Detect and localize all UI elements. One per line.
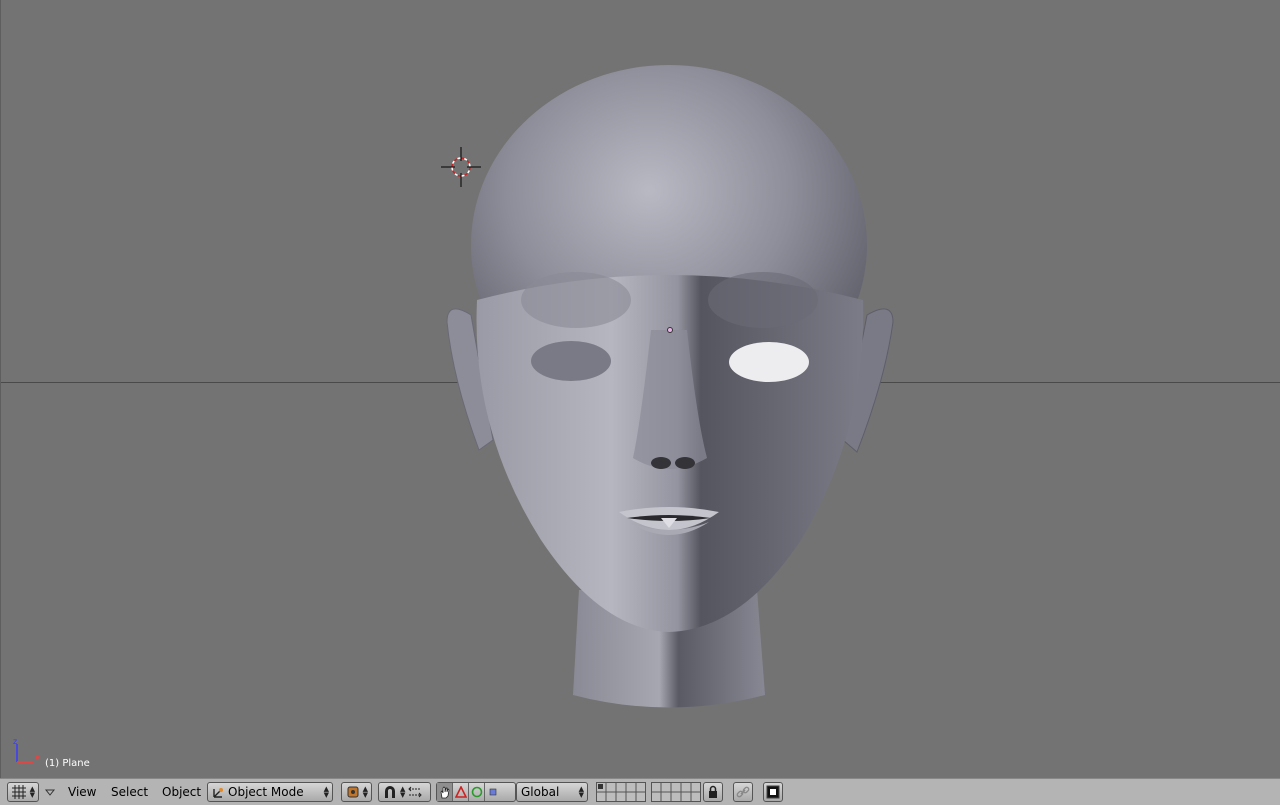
orientation-selector[interactable]: Global ▲ ▼: [516, 782, 588, 802]
updown-arrows-icon: ▲ ▼: [29, 785, 35, 799]
menu-view[interactable]: View: [64, 782, 100, 802]
menu-object[interactable]: Object: [158, 782, 205, 802]
updown-arrows-icon: ▲ ▼: [400, 785, 406, 799]
collapse-menus-icon[interactable]: [44, 782, 58, 802]
menu-select[interactable]: Select: [107, 782, 152, 802]
head-mesh[interactable]: [1, 0, 1280, 778]
hand-manipulator-icon[interactable]: [437, 783, 453, 801]
axis-gizmo-icon: z x: [13, 738, 40, 763]
manipulator-selector[interactable]: ▲ ▼: [378, 782, 431, 802]
transform-widget-group: [436, 782, 516, 802]
pivot-icon: [347, 786, 359, 798]
lock-icon: [709, 785, 717, 798]
updown-arrows-icon: ▲ ▼: [362, 785, 368, 799]
viewport-header: ▲ ▼ View Select Object Object Mode ▲ ▼ ▲ ▼ …: [0, 778, 1280, 805]
pivot-selector[interactable]: ▲ ▼: [341, 782, 372, 802]
link-scene-button[interactable]: [733, 782, 753, 802]
orientation-label: Global: [521, 785, 560, 799]
layer-buttons-2[interactable]: [651, 782, 701, 802]
mode-label: Object Mode: [228, 785, 304, 799]
updown-arrows-icon: ▲ ▼: [323, 785, 329, 799]
layer-buttons-1[interactable]: [596, 782, 646, 802]
object-origin-icon[interactable]: [667, 327, 673, 333]
lock-layers-button[interactable]: [703, 782, 723, 802]
snap-element-icon: [408, 786, 423, 798]
translate-icon[interactable]: [453, 783, 469, 801]
active-object-label: (1) Plane: [45, 758, 90, 769]
axis-x-label: x: [35, 753, 40, 762]
chain-link-icon: [736, 786, 750, 798]
object-mode-icon: [213, 788, 223, 798]
3d-viewport[interactable]: z x (1) Plane: [0, 0, 1280, 778]
editor-type-selector[interactable]: ▲ ▼: [7, 782, 39, 802]
render-button[interactable]: [763, 782, 783, 802]
rotate-icon[interactable]: [469, 783, 485, 801]
magnet-icon: [385, 786, 395, 798]
mode-selector[interactable]: Object Mode ▲ ▼: [207, 782, 333, 802]
scale-icon[interactable]: [485, 783, 501, 801]
render-image-icon: [766, 785, 780, 799]
axis-z-label: z: [13, 738, 17, 746]
updown-arrows-icon: ▲ ▼: [578, 785, 584, 799]
3d-cursor-icon[interactable]: [441, 147, 481, 187]
grid-icon: [12, 785, 26, 799]
